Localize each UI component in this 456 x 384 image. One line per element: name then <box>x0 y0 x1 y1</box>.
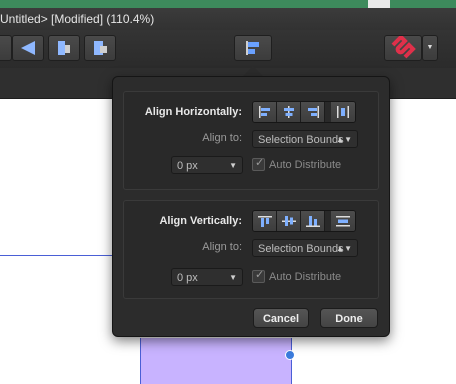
align-vertical-group: Align Vertically: Align to: Selection Bo… <box>123 200 379 299</box>
alignment-popover: Align Horizontally: Align to: Selection … <box>112 76 390 337</box>
cancel-button[interactable]: Cancel <box>253 308 309 328</box>
auto-distribute-checkbox[interactable]: ✓ Auto Distribute <box>252 269 342 283</box>
auto-distribute-checkbox[interactable]: ✓ Auto Distribute <box>252 157 342 171</box>
align-bottom-icon <box>305 216 320 227</box>
done-button[interactable]: Done <box>320 308 378 328</box>
align-left-button[interactable] <box>253 102 277 122</box>
toolbar: ▼ <box>0 30 456 69</box>
checkbox-box: ✓ <box>252 157 265 171</box>
spacing-value: 0 px <box>177 272 198 284</box>
auto-distribute-label: Auto Distribute <box>269 158 342 171</box>
align-right-button[interactable] <box>301 102 325 122</box>
align-horizontally-label: Align Horizontally: <box>144 106 242 118</box>
chevron-down-icon: ▼ <box>229 161 237 170</box>
alignment-button[interactable] <box>234 35 272 61</box>
align-horizontal-group: Align Horizontally: Align to: Selection … <box>123 91 379 190</box>
checkbox-box: ✓ <box>252 269 265 283</box>
tab-edge <box>368 0 390 8</box>
align-bottom-button[interactable] <box>301 211 325 231</box>
align-to-label: Align to: <box>202 132 242 144</box>
align-vertical-buttons <box>252 210 356 232</box>
arrange-front-button[interactable] <box>84 35 116 61</box>
flip-horizontal-icon <box>21 41 35 55</box>
align-to-value: Selection Bounds <box>258 243 344 255</box>
auto-distribute-label: Auto Distribute <box>269 270 342 283</box>
checkmark-icon: ✓ <box>255 269 265 281</box>
distribute-vertical-button[interactable] <box>331 211 355 231</box>
align-middle-icon <box>281 216 296 226</box>
alignment-icon <box>246 41 259 55</box>
stepper-icon: ▲▼ <box>336 244 352 253</box>
arrange-back-button[interactable] <box>48 35 80 61</box>
distribute-horizontal-icon <box>337 106 349 118</box>
align-top-icon <box>257 216 272 227</box>
snapping-button[interactable] <box>384 34 422 61</box>
stepper-icon: ▲▼ <box>336 135 352 144</box>
align-horizontal-buttons <box>252 101 356 123</box>
toolbar-partial-button[interactable] <box>0 35 12 61</box>
align-right-icon <box>307 106 319 118</box>
spacing-select[interactable]: 0 px ▼ <box>171 268 243 286</box>
window-top-strip <box>0 0 456 8</box>
align-to-select[interactable]: Selection Bounds ▲▼ <box>252 130 358 148</box>
selection-handle[interactable] <box>285 350 295 360</box>
align-left-icon <box>258 106 270 118</box>
chevron-down-icon: ▼ <box>229 273 237 282</box>
flip-horizontal-button[interactable] <box>12 35 44 61</box>
align-vertically-label: Align Vertically: <box>159 215 242 227</box>
align-to-label: Align to: <box>202 241 242 253</box>
arrange-back-icon <box>58 41 70 55</box>
spacing-select[interactable]: 0 px ▼ <box>171 156 243 174</box>
align-middle-button[interactable] <box>277 211 301 231</box>
checkmark-icon: ✓ <box>255 157 265 169</box>
spacing-value: 0 px <box>177 160 198 172</box>
align-center-icon <box>283 106 294 118</box>
distribute-vertical-icon <box>336 216 350 227</box>
align-to-value: Selection Bounds <box>258 134 344 146</box>
chevron-down-icon: ▼ <box>426 44 434 51</box>
distribute-horizontal-button[interactable] <box>331 102 355 122</box>
popover-arrow <box>243 66 263 76</box>
window-title: Untitled> [Modified] (110.4%) <box>0 8 456 30</box>
arrange-front-icon <box>94 41 107 55</box>
align-to-select[interactable]: Selection Bounds ▲▼ <box>252 239 358 257</box>
snapping-magnet-icon <box>391 34 416 59</box>
align-center-button[interactable] <box>277 102 301 122</box>
align-top-button[interactable] <box>253 211 277 231</box>
selected-shape[interactable] <box>140 338 292 384</box>
snapping-dropdown[interactable]: ▼ <box>422 35 438 61</box>
